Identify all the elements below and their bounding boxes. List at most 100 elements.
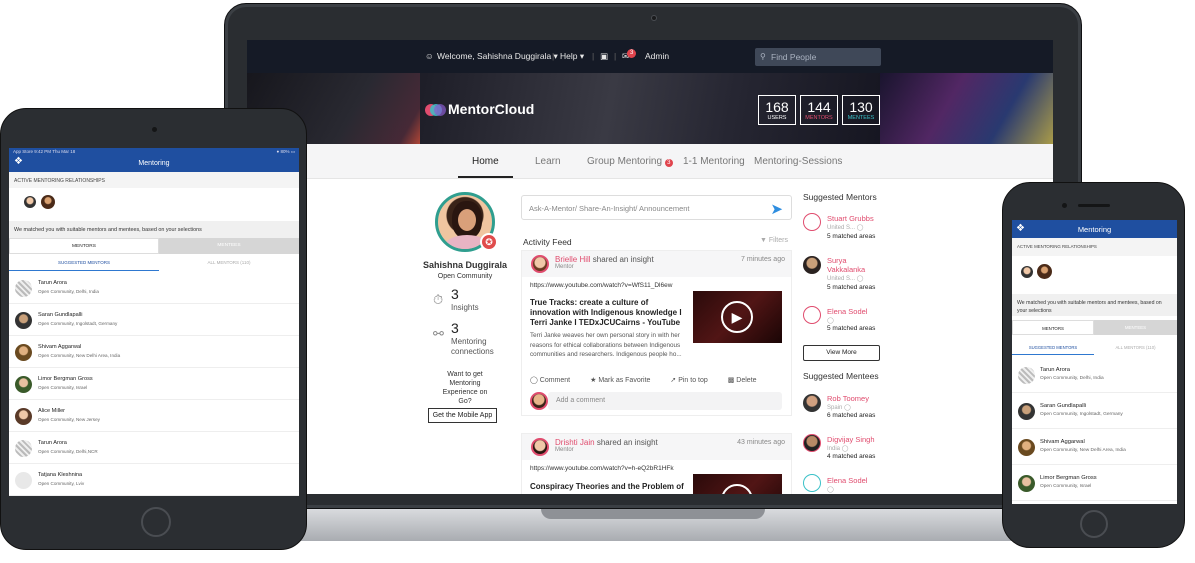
home-button[interactable] [141, 507, 171, 537]
list-item[interactable]: Saran Gundlapalli Open Community, Ingolst… [1012, 393, 1177, 429]
relationship-avatar[interactable] [24, 196, 36, 208]
mobile-app-promo: Want to get Mentoring Experience on Go? [442, 371, 488, 405]
mentor-name[interactable]: Stuart Grubbs [827, 214, 874, 223]
relationship-avatar[interactable] [41, 195, 55, 209]
search-icon: ⚲ [760, 52, 766, 61]
author-avatar[interactable] [531, 438, 549, 456]
avatar [15, 471, 32, 489]
calendar-icon[interactable]: ▣ [600, 51, 608, 62]
get-mobile-app-button[interactable]: Get the Mobile App [428, 408, 497, 423]
phone-screen: ❖ Mentoring ACTIVE MENTORING RELATIONSHI… [1012, 220, 1177, 504]
tab-group-mentoring[interactable]: Group Mentoring 3 [587, 156, 673, 167]
location-text: Spain [827, 405, 843, 411]
mentee-name[interactable]: Elena Sodel [827, 476, 867, 485]
mentor-avatar[interactable] [803, 213, 821, 231]
mentee-name[interactable]: Rob Toomey [827, 394, 869, 403]
list-item[interactable]: Tatjana Kleshnina Open Community, Lviv [9, 464, 299, 496]
author-name[interactable]: Drishti Jain [555, 438, 595, 447]
pin-button[interactable]: ➚ Pin to top [670, 377, 716, 384]
mentors-toggle[interactable]: MENTORS [9, 238, 159, 254]
post-url[interactable]: https://www.youtube.com/watch?v=h-eQ2bR1… [530, 465, 674, 472]
help-menu[interactable]: Help ▾ [560, 51, 584, 62]
tab-home[interactable]: Home [472, 156, 499, 167]
stat-label: MENTEES [847, 115, 875, 121]
post-action: shared an insight [596, 438, 658, 447]
mentor-avatar[interactable] [803, 306, 821, 324]
profile-name[interactable]: Sahishna Duggirala [409, 260, 521, 270]
logo-mark-icon [425, 103, 446, 117]
mentors-toggle[interactable]: MENTORS [1012, 320, 1094, 335]
post-title[interactable]: Conspiracy Theories and the Problem of [530, 482, 685, 492]
mentee-avatar[interactable] [803, 474, 821, 492]
matched-areas: 5 matched areas [827, 325, 876, 332]
play-icon[interactable]: ▶ [721, 484, 753, 494]
find-people-search[interactable]: ⚲ Find People [755, 48, 881, 66]
relationship-avatar[interactable] [1037, 264, 1052, 279]
tablet-screen: App Store 9:42 PM Thu Mar 18 ● 80% ▭ ❖ M… [9, 148, 299, 496]
mentor-name[interactable]: Surya Vakkalanka [827, 256, 877, 274]
tab-all-mentors[interactable]: ALL MENTORS (110) [1094, 345, 1177, 350]
comment-button[interactable]: ◯ Comment [530, 377, 579, 384]
group-badge: 3 [664, 159, 673, 167]
list-item[interactable]: Limor Bergman Gross Open Community, Israe… [1012, 465, 1177, 501]
tab-suggested-mentors[interactable]: SUGGESTED MENTORS [9, 260, 159, 265]
mentor-location: Open Community, Ingolstadt, Germany [38, 321, 118, 326]
add-comment-input[interactable]: Add a comment [548, 392, 782, 410]
list-item[interactable]: Shivam Aggarwal Open Community, New Delhi… [9, 336, 299, 368]
avatar [1018, 474, 1035, 492]
active-tab-indicator [458, 176, 513, 178]
chat-icon[interactable]: ✉3 [622, 49, 638, 63]
mentor-avatar[interactable] [803, 256, 821, 274]
welcome-menu[interactable]: Welcome, Sahishna Duggirala ▾ [437, 51, 558, 62]
post-author: Brielle Hill shared an insight Mentor [555, 255, 654, 270]
mentor-name: Saran Gundlapalli [1040, 403, 1087, 410]
post-url[interactable]: https://www.youtube.com/watch?v=WfS11_Dl… [530, 282, 672, 289]
tab-learn[interactable]: Learn [535, 156, 561, 167]
top-navigation-bar: ☺ Welcome, Sahishna Duggirala ▾ | Help ▾… [247, 40, 1053, 73]
favorite-button[interactable]: ★ Mark as Favorite [590, 377, 659, 384]
list-item[interactable]: Alice Miller Open Community, New Jersey [9, 400, 299, 432]
home-button[interactable] [1080, 510, 1108, 538]
author-name[interactable]: Brielle Hill [555, 255, 591, 264]
mentee-name[interactable]: Digvijay Singh [827, 435, 875, 444]
phone-speaker [1078, 204, 1110, 207]
phone-camera [1062, 203, 1067, 208]
filters-button[interactable]: ▼ Filters [760, 237, 788, 244]
mentor-name: Shivam Aggarwal [38, 344, 82, 351]
view-more-button[interactable]: View More [803, 345, 880, 361]
list-item[interactable]: Limor Bergman Gross Open Community, Israe… [9, 368, 299, 400]
admin-link[interactable]: Admin [645, 51, 669, 61]
list-item[interactable]: Shivam Aggarwal Open Community, New Delhi… [1012, 429, 1177, 465]
stat-mentees: 130 MENTEES [842, 95, 880, 125]
ask-a-mentor-input[interactable]: Ask-A-Mentor/ Share-An-Insight/ Announce… [521, 195, 792, 220]
tab-all-mentors[interactable]: ALL MENTORS (110) [159, 260, 299, 265]
mentor-location: Open Community, New Delhi Area, India [38, 353, 121, 358]
tab-mentoring-sessions[interactable]: Mentoring-Sessions [754, 156, 842, 167]
play-icon[interactable]: ▶ [721, 301, 753, 333]
list-item[interactable]: Tarun Arora Open Community, Delhi, India [1012, 357, 1177, 393]
mentorcloud-logo[interactable]: MentorCloud [425, 101, 534, 117]
mentees-toggle[interactable]: MENTEES [159, 238, 299, 254]
mentor-location: United S... ◯ [827, 276, 864, 282]
matched-areas: 5 matched areas [827, 233, 876, 240]
list-item[interactable]: Saran Gundlapalli Open Community, Ingolst… [9, 304, 299, 336]
laptop-notch [541, 509, 765, 519]
author-avatar[interactable] [531, 255, 549, 273]
mentor-name: Shivam Aggarwal [1040, 439, 1085, 446]
delete-button[interactable]: ▩ Delete [728, 377, 766, 384]
list-item[interactable]: Tarun Arora Open Community, Delhi,NCR [9, 432, 299, 464]
app-header: App Store 9:42 PM Thu Mar 18 ● 80% ▭ ❖ M… [9, 148, 299, 172]
tab-suggested-mentors[interactable]: SUGGESTED MENTORS [1012, 345, 1094, 350]
mentee-avatar[interactable] [803, 434, 821, 452]
send-icon[interactable]: ➤ [770, 200, 783, 218]
video-thumbnail[interactable]: ▶ [693, 291, 782, 343]
mentor-name[interactable]: Elena Sodel [827, 307, 867, 316]
mentee-avatar[interactable] [803, 394, 821, 412]
list-item[interactable]: Tarun Arora Open Community, Delhi, India [9, 272, 299, 304]
divider: | [552, 51, 555, 61]
video-thumbnail[interactable]: ▶ [693, 474, 782, 494]
tab-one-on-one[interactable]: 1-1 Mentoring [683, 156, 745, 167]
post-title[interactable]: True Tracks: create a culture of innovat… [530, 298, 685, 328]
mentees-toggle[interactable]: MENTEES [1094, 320, 1177, 335]
relationship-avatar[interactable] [1021, 266, 1033, 278]
